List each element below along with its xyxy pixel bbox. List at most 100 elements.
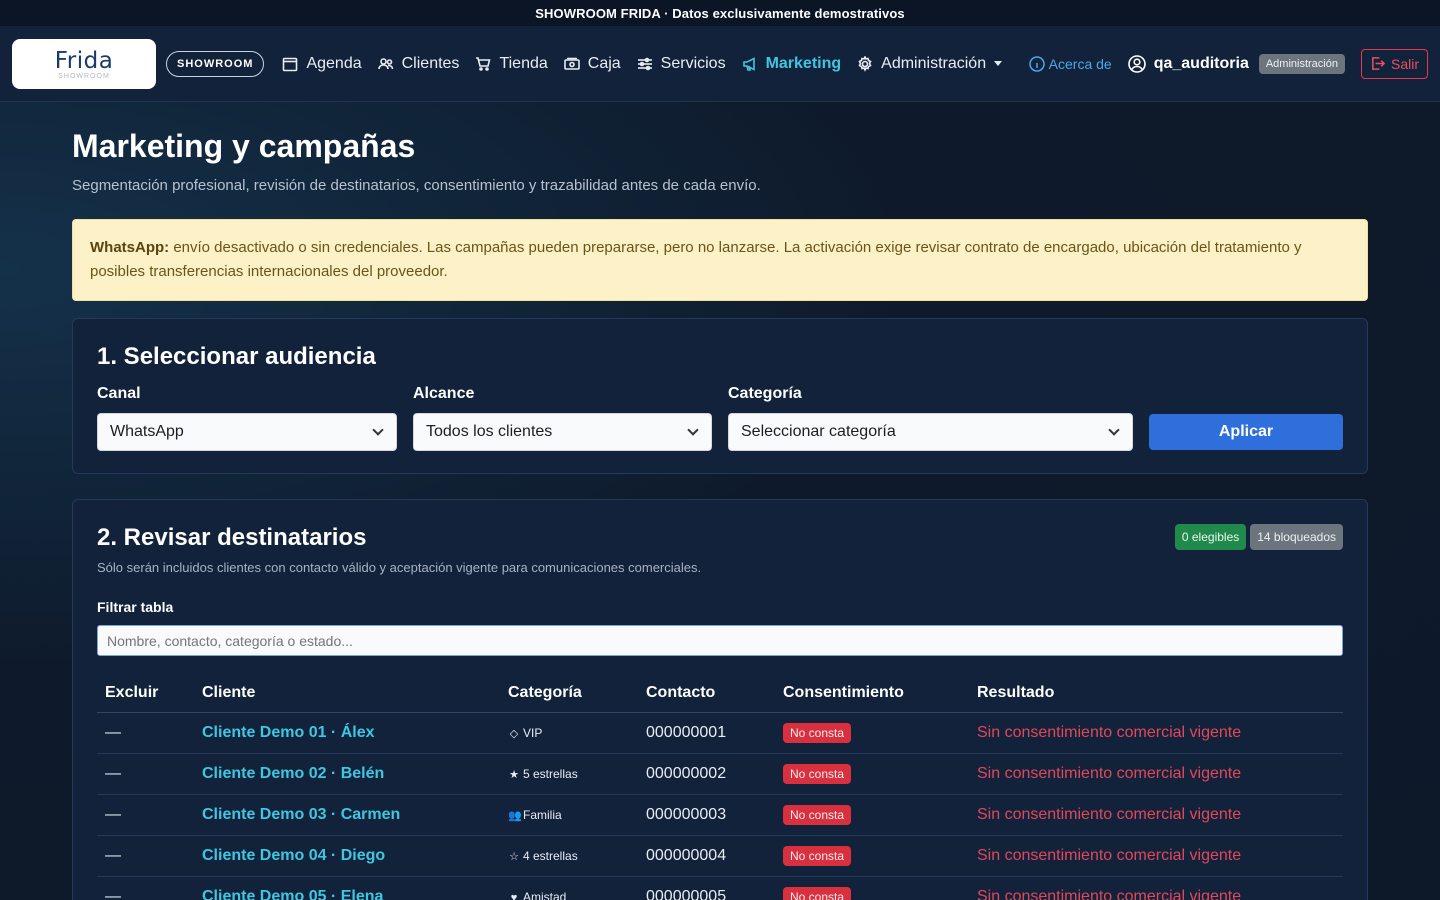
col-resultado: Resultado [969, 676, 1343, 713]
category-cell: ♥ Amistad [500, 876, 638, 900]
main-nav: Agenda Clientes Tienda Caja Servicios Ma… [282, 55, 1018, 73]
category-label: 4 estrellas [523, 849, 578, 863]
categoria-value: Seleccionar categoría [741, 423, 896, 440]
recipients-table: Excluir Cliente Categoría Contacto Conse… [97, 676, 1343, 900]
heart-icon: ♥ [510, 892, 518, 900]
consent-cell: No consta [775, 753, 969, 795]
canal-field: Canal WhatsApp [97, 385, 397, 451]
canal-select[interactable]: WhatsApp [97, 413, 397, 451]
alcance-label: Alcance [413, 385, 475, 402]
nav-marketing[interactable]: Marketing [742, 55, 841, 73]
brand-logo[interactable]: Frida SHOWROOM [12, 38, 156, 89]
client-link[interactable]: Cliente Demo 01 · Álex [194, 712, 500, 754]
star-icon: ★ [509, 769, 519, 781]
nav-caja[interactable]: Caja [563, 54, 621, 73]
category-label: Amistad [523, 890, 567, 900]
nav-administracion-label: Administración [881, 54, 987, 72]
nav-right: Acerca de qa_auditoria Administración Sa… [1028, 48, 1428, 79]
audience-title: 1. Seleccionar audiencia [97, 343, 376, 370]
alcance-select[interactable]: Todos los clientes [413, 413, 712, 451]
result-cell: Sin consentimiento comercial vigente [969, 712, 1343, 754]
consent-badge: No consta [783, 805, 852, 825]
navbar: Frida SHOWROOM SHOWROOM Agenda Clientes … [0, 26, 1440, 102]
category-cell: ☆ 4 estrellas [500, 835, 638, 877]
main-content: Marketing y campañas Segmentación profes… [72, 102, 1368, 900]
table-row: — Cliente Demo 03 · Carmen 👥Familia 0000… [97, 794, 1343, 836]
page-title: Marketing y campañas [72, 128, 416, 164]
category-cell: 👥Familia [500, 794, 638, 836]
categoria-label: Categoría [728, 385, 802, 402]
contact-cell: 000000002 [638, 753, 775, 795]
category-label: Familia [523, 808, 562, 822]
exclude-cell[interactable]: — [97, 835, 194, 877]
alcance-field: Alcance Todos los clientes [413, 385, 712, 451]
contact-cell: 000000003 [638, 794, 775, 836]
table-header-row: Excluir Cliente Categoría Contacto Conse… [97, 676, 1343, 713]
audience-card: 1. Seleccionar audiencia Canal WhatsApp … [72, 318, 1368, 474]
nav-servicios-label: Servicios [660, 54, 726, 72]
brand-name: Frida [54, 47, 114, 74]
recipients-header: 2. Revisar destinatarios 0 elegibles 14 … [97, 524, 1343, 552]
result-cell: Sin consentimiento comercial vigente [969, 753, 1343, 795]
alert-lead: WhatsApp: [90, 239, 170, 256]
exclude-cell[interactable]: — [97, 876, 194, 900]
brand-tagline: SHOWROOM [58, 72, 110, 80]
nav-caja-label: Caja [587, 54, 621, 72]
categoria-select[interactable]: Seleccionar categoría [728, 413, 1133, 451]
client-link[interactable]: Cliente Demo 03 · Carmen [194, 794, 500, 836]
category-label: VIP [523, 726, 543, 740]
cart-icon [476, 56, 491, 71]
blocked-badge: 14 bloqueados [1250, 524, 1343, 550]
nav-clientes[interactable]: Clientes [377, 54, 460, 73]
client-link[interactable]: Cliente Demo 04 · Diego [194, 835, 500, 877]
recipients-note: Sólo serán incluidos clientes con contac… [97, 560, 702, 575]
exclude-cell[interactable]: — [97, 794, 194, 836]
calendar-icon [283, 57, 298, 71]
client-link[interactable]: Cliente Demo 02 · Belén [194, 753, 500, 795]
about-link[interactable]: Acerca de [1028, 55, 1112, 72]
about-label: Acerca de [1048, 55, 1112, 72]
consent-badge: No consta [783, 887, 852, 900]
exclude-cell[interactable]: — [97, 753, 194, 795]
category-label: 5 estrellas [523, 767, 578, 781]
exclude-cell[interactable]: — [97, 712, 194, 754]
nav-servicios[interactable]: Servicios [637, 55, 726, 73]
diamond-icon: ◇ [509, 728, 519, 740]
col-cliente: Cliente [194, 676, 500, 713]
logout-button[interactable]: Salir [1360, 48, 1428, 79]
nav-tienda-label: Tienda [499, 54, 548, 72]
logout-icon [1372, 57, 1385, 70]
nav-agenda-label: Agenda [306, 54, 362, 72]
page-subtitle: Segmentación profesional, revisión de de… [72, 177, 761, 194]
client-link[interactable]: Cliente Demo 05 · Elena [194, 876, 500, 900]
audience-filters: Canal WhatsApp Alcance Todos los cliente… [97, 385, 1343, 451]
consent-badge: No consta [783, 846, 852, 866]
sliders-icon [637, 57, 652, 70]
consent-cell: No consta [775, 835, 969, 877]
nav-administracion[interactable]: Administración [857, 54, 1003, 73]
consent-cell: No consta [775, 712, 969, 754]
nav-agenda[interactable]: Agenda [282, 54, 362, 73]
alert-text: envío desactivado o sin credenciales. La… [90, 239, 1302, 280]
showroom-badge: SHOWROOM [166, 50, 265, 77]
megaphone-icon [742, 56, 755, 71]
chevron-down-icon [372, 423, 384, 436]
info-icon [1028, 55, 1045, 72]
col-categoria: Categoría [500, 676, 638, 713]
chevron-down-icon [1108, 423, 1120, 436]
role-badge: Administración [1258, 53, 1345, 74]
user-menu[interactable]: qa_auditoria Administración [1127, 53, 1345, 74]
nav-tienda[interactable]: Tienda [475, 54, 548, 73]
result-cell: Sin consentimiento comercial vigente [969, 835, 1343, 877]
table-row: — Cliente Demo 04 · Diego ☆ 4 estrellas 0… [97, 835, 1343, 877]
filter-input[interactable] [97, 625, 1343, 656]
star-outline-icon: ☆ [509, 851, 519, 863]
table-row: — Cliente Demo 05 · Elena ♥ Amistad 00000… [97, 876, 1343, 900]
nav-clientes-label: Clientes [401, 54, 460, 72]
recipients-title: 2. Revisar destinatarios [97, 524, 367, 551]
users-icon [377, 57, 393, 69]
apply-button[interactable]: Aplicar [1149, 414, 1343, 450]
recipients-card: 2. Revisar destinatarios 0 elegibles 14 … [72, 499, 1368, 900]
filter-label: Filtrar tabla [97, 599, 174, 615]
consent-cell: No consta [775, 876, 969, 900]
